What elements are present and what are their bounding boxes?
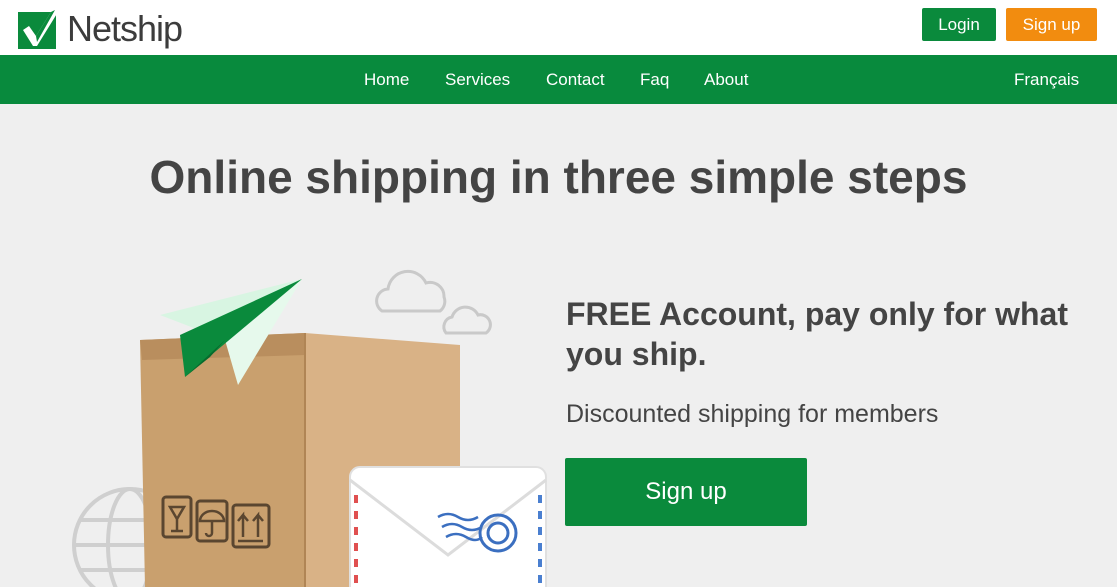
login-button[interactable]: Login xyxy=(922,8,996,41)
nav-item-about[interactable]: About xyxy=(704,55,748,104)
top-header: Netship Login Sign up xyxy=(0,0,1117,55)
language-switch[interactable]: Français xyxy=(1014,55,1079,104)
nav-item-home[interactable]: Home xyxy=(364,55,409,104)
nav-item-services[interactable]: Services xyxy=(445,55,510,104)
page-title: Online shipping in three simple steps xyxy=(149,151,968,203)
discount-subtitle: Discounted shipping for members xyxy=(566,400,939,428)
nav-item-contact[interactable]: Contact xyxy=(546,55,605,104)
hero-illustration xyxy=(72,269,547,587)
signup-header-button[interactable]: Sign up xyxy=(1006,8,1097,41)
nav-item-faq[interactable]: Faq xyxy=(640,55,669,104)
free-account-heading: FREE Account, pay only for what you ship… xyxy=(566,296,1068,372)
logo-text: Netship xyxy=(67,8,183,49)
cloud-icon xyxy=(375,269,492,335)
main-navbar: Home Services Contact Faq About Français xyxy=(0,55,1117,104)
netship-logo[interactable]: Netship xyxy=(17,8,183,50)
signup-hero-button[interactable]: Sign up xyxy=(565,458,807,526)
envelope-icon xyxy=(349,466,547,587)
checkmark-logo-icon xyxy=(18,10,58,49)
